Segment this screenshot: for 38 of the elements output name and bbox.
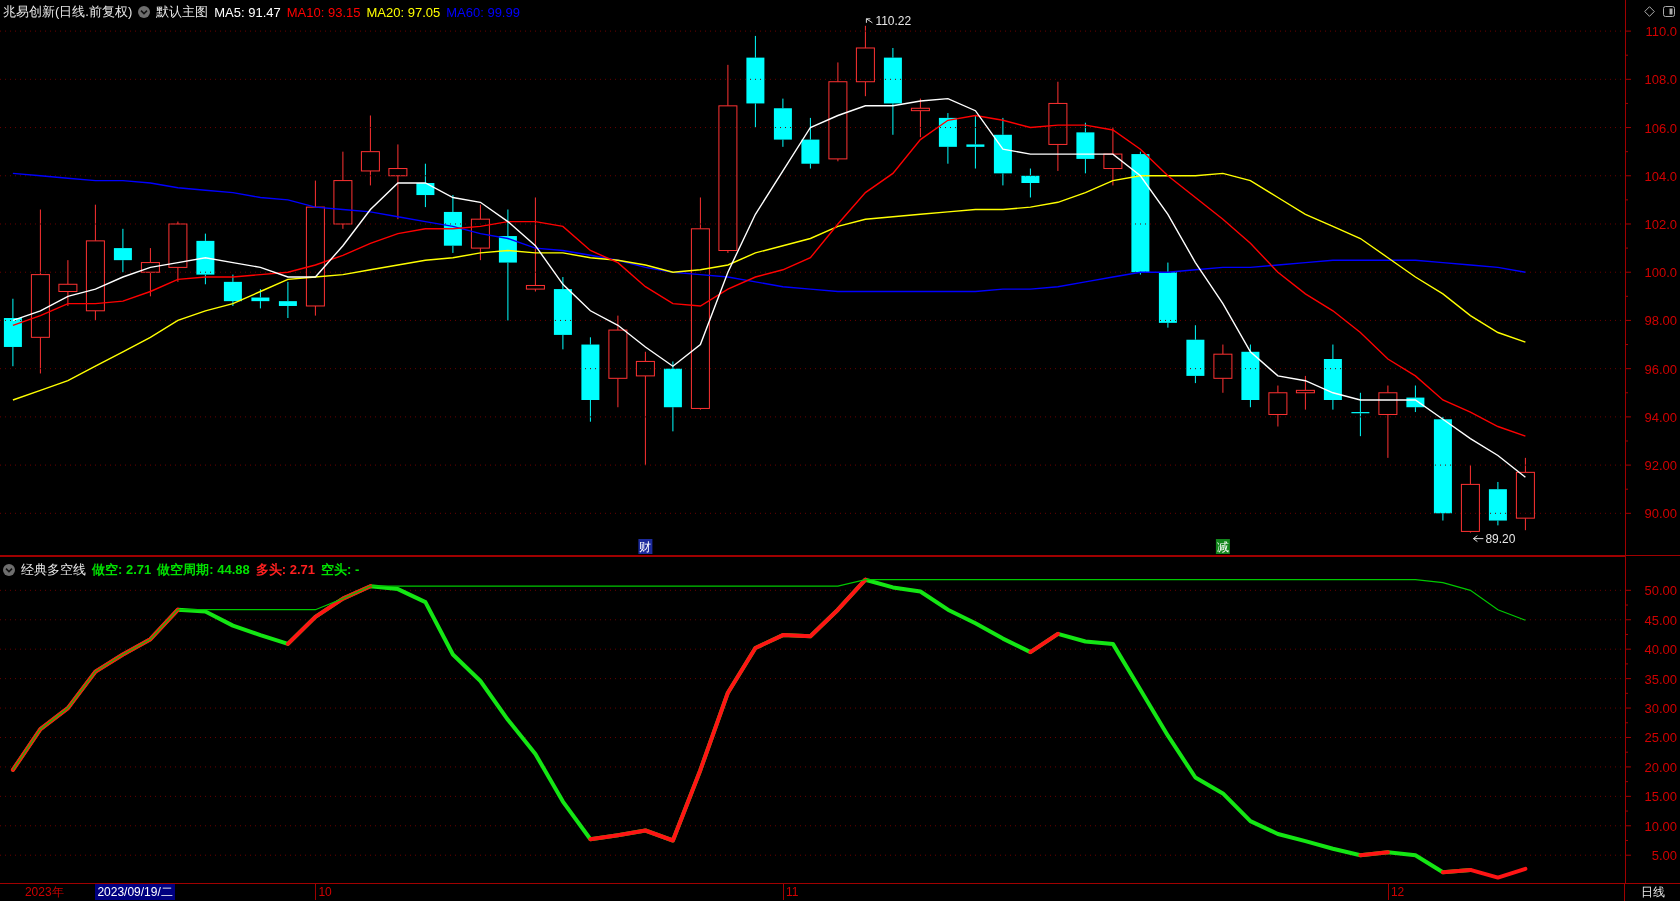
axis-label: 94.00 <box>1644 409 1677 425</box>
ma-value-label: MA20: 97.05 <box>366 4 441 20</box>
axis-label: 110.0 <box>1645 24 1677 40</box>
axis-label: 96.00 <box>1644 361 1677 377</box>
cursor-date-label: 2023/09/19/二 <box>95 884 175 900</box>
axis-label: 45.00 <box>1644 612 1677 628</box>
ma-value-label: MA60: 99.99 <box>446 4 520 20</box>
axis-label: 104.0 <box>1644 168 1677 184</box>
year-label: 2023年 <box>23 884 64 900</box>
axis-label: 106.0 <box>1644 120 1677 136</box>
indicator-value-label: 多头: 2.71 <box>255 561 315 579</box>
ma-value-label: MA5: 91.47 <box>214 4 281 20</box>
month-label: 10 <box>315 884 332 900</box>
axis-label: 40.00 <box>1644 642 1677 658</box>
axis-label: 98.00 <box>1644 313 1677 329</box>
axis-label: 100.0 <box>1644 265 1677 281</box>
axis-label: 5.00 <box>1651 848 1677 864</box>
indicator-value-label: 做空: 2.71 <box>92 561 152 579</box>
indicator-value-label: 做空周期: 44.88 <box>157 561 250 579</box>
axis-label: 102.0 <box>1644 217 1677 232</box>
axis-label: 108.0 <box>1644 72 1677 88</box>
axis-label: 35.00 <box>1644 671 1677 687</box>
price-label: 110.22 <box>875 13 912 28</box>
price-label: 89.20 <box>1485 531 1516 546</box>
axis-label: 30.00 <box>1644 701 1677 717</box>
axis-label: 10.00 <box>1644 818 1677 834</box>
month-label: 12 <box>1387 884 1405 900</box>
axis-label: 92.00 <box>1644 458 1677 474</box>
axis-label: 25.00 <box>1644 730 1677 746</box>
month-label: 11 <box>782 884 799 900</box>
axis-label: 50.00 <box>1644 583 1677 599</box>
axis-label: 15.00 <box>1644 789 1677 805</box>
indicator-value-label: 空头: - <box>321 561 360 579</box>
axis-label: 20.00 <box>1644 759 1677 775</box>
stock-title: 兆易创新(日线.前复权) <box>3 3 133 21</box>
indicator-title: 经典多空线 <box>21 561 86 579</box>
ma-value-label: MA10: 93.15 <box>286 4 361 20</box>
axis-label: 90.00 <box>1644 506 1677 522</box>
